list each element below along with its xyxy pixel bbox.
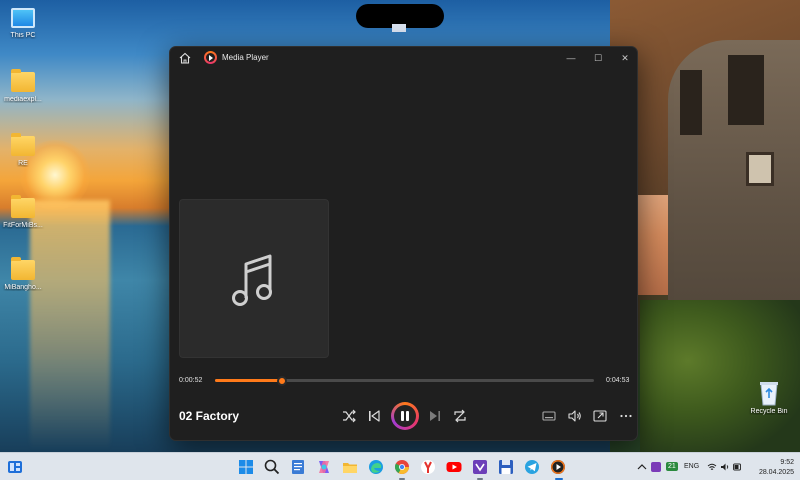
seek-bar-thumb[interactable] (277, 375, 288, 386)
wallpaper-tower-window (746, 152, 774, 186)
desktop-icon-label: This PC (10, 32, 36, 39)
more-icon[interactable] (617, 407, 635, 425)
pause-icon (394, 405, 416, 427)
floppy-icon[interactable] (497, 458, 515, 476)
track-title: 02 Factory (179, 409, 240, 423)
pause-bar (406, 411, 409, 421)
media-player-window: Media Player — ☐ ✕ 0:00:52 0:04:53 02 Fa… (169, 46, 638, 441)
folder-icon (11, 195, 35, 218)
title-bar[interactable]: Media Player — ☐ ✕ (170, 47, 637, 69)
search-icon[interactable] (263, 458, 281, 476)
desktop-icon-label: FitForMiBs... (3, 222, 43, 229)
visual-studio-icon[interactable] (471, 458, 489, 476)
badge-count[interactable]: 21 (666, 462, 678, 471)
desktop-icon-label: mediaexpl... (4, 96, 42, 103)
telegram-icon[interactable] (523, 458, 541, 476)
edge-icon[interactable] (367, 458, 385, 476)
chrome-icon[interactable] (393, 458, 411, 476)
media-player-logo-icon (204, 51, 217, 64)
wallpaper-sun-reflection (30, 200, 110, 450)
next-icon[interactable] (426, 407, 444, 425)
cast-icon[interactable] (591, 407, 609, 425)
seek-bar[interactable] (215, 375, 594, 386)
clock-time: 9:52 (780, 459, 794, 466)
language-indicator[interactable]: ENG (684, 463, 699, 470)
desktop-icon-this-pc[interactable]: This PC (0, 8, 46, 39)
copilot-icon[interactable] (315, 458, 333, 476)
window-title: Media Player (222, 53, 269, 62)
maximize-button[interactable]: ☐ (584, 47, 612, 69)
home-icon[interactable] (178, 51, 192, 65)
shuffle-icon[interactable] (340, 407, 358, 425)
seek-bar-progress (215, 379, 283, 382)
computer-icon (11, 8, 35, 28)
folder-icon (11, 257, 35, 280)
folder-icon (11, 69, 35, 92)
music-note-icon (232, 254, 272, 306)
repeat-icon[interactable] (451, 407, 469, 425)
volume-tray-icon[interactable] (720, 462, 730, 472)
chevron-up-icon[interactable] (637, 463, 647, 471)
miniplayer-icon[interactable] (540, 407, 558, 425)
pause-button[interactable] (391, 402, 419, 430)
pause-bar (401, 411, 404, 421)
total-time: 0:04:53 (606, 377, 630, 384)
clock-date: 28.04.2025 (758, 469, 794, 476)
desktop-icon-label: RE (18, 160, 28, 167)
minimize-button[interactable]: — (557, 47, 585, 69)
album-art (179, 199, 329, 358)
volume-icon[interactable] (566, 407, 584, 425)
youtube-icon[interactable] (445, 458, 463, 476)
wallpaper-houses (638, 195, 672, 295)
taskbar: 21 ENG 9:52 28.04.2025 (0, 452, 800, 480)
desktop-icon-folder[interactable]: MiBangho... (0, 257, 46, 291)
wifi-icon[interactable] (707, 462, 717, 472)
widgets-icon[interactable] (7, 459, 23, 475)
notepad-icon[interactable] (289, 458, 307, 476)
desktop-icon-label: Recycle Bin (750, 408, 788, 415)
battery-icon[interactable] (733, 463, 742, 471)
camera-indicator (392, 24, 406, 32)
file-explorer-icon[interactable] (341, 458, 359, 476)
previous-icon[interactable] (365, 407, 383, 425)
wallpaper-vegetation (640, 300, 800, 452)
desktop-icon-folder[interactable]: FitForMiBs... (0, 195, 46, 229)
elapsed-time: 0:00:52 (179, 377, 203, 384)
desktop-icon-label: MiBangho... (4, 284, 42, 291)
desktop-icon-recycle-bin[interactable]: Recycle Bin (746, 380, 792, 415)
wallpaper-tower-window (728, 55, 764, 125)
folder-icon (11, 133, 35, 156)
desktop-icon-folder[interactable]: mediaexpl... (0, 69, 46, 103)
media-player-icon[interactable] (549, 458, 567, 476)
onenote-icon[interactable] (651, 462, 661, 472)
desktop-icon-folder[interactable]: RE (0, 133, 46, 167)
recycle-bin-icon (760, 382, 778, 406)
clock[interactable]: 9:52 28.04.2025 (744, 458, 794, 478)
start-icon[interactable] (237, 458, 255, 476)
yandex-icon[interactable] (419, 458, 437, 476)
wallpaper-tower-window (680, 70, 702, 135)
close-button[interactable]: ✕ (611, 47, 637, 69)
